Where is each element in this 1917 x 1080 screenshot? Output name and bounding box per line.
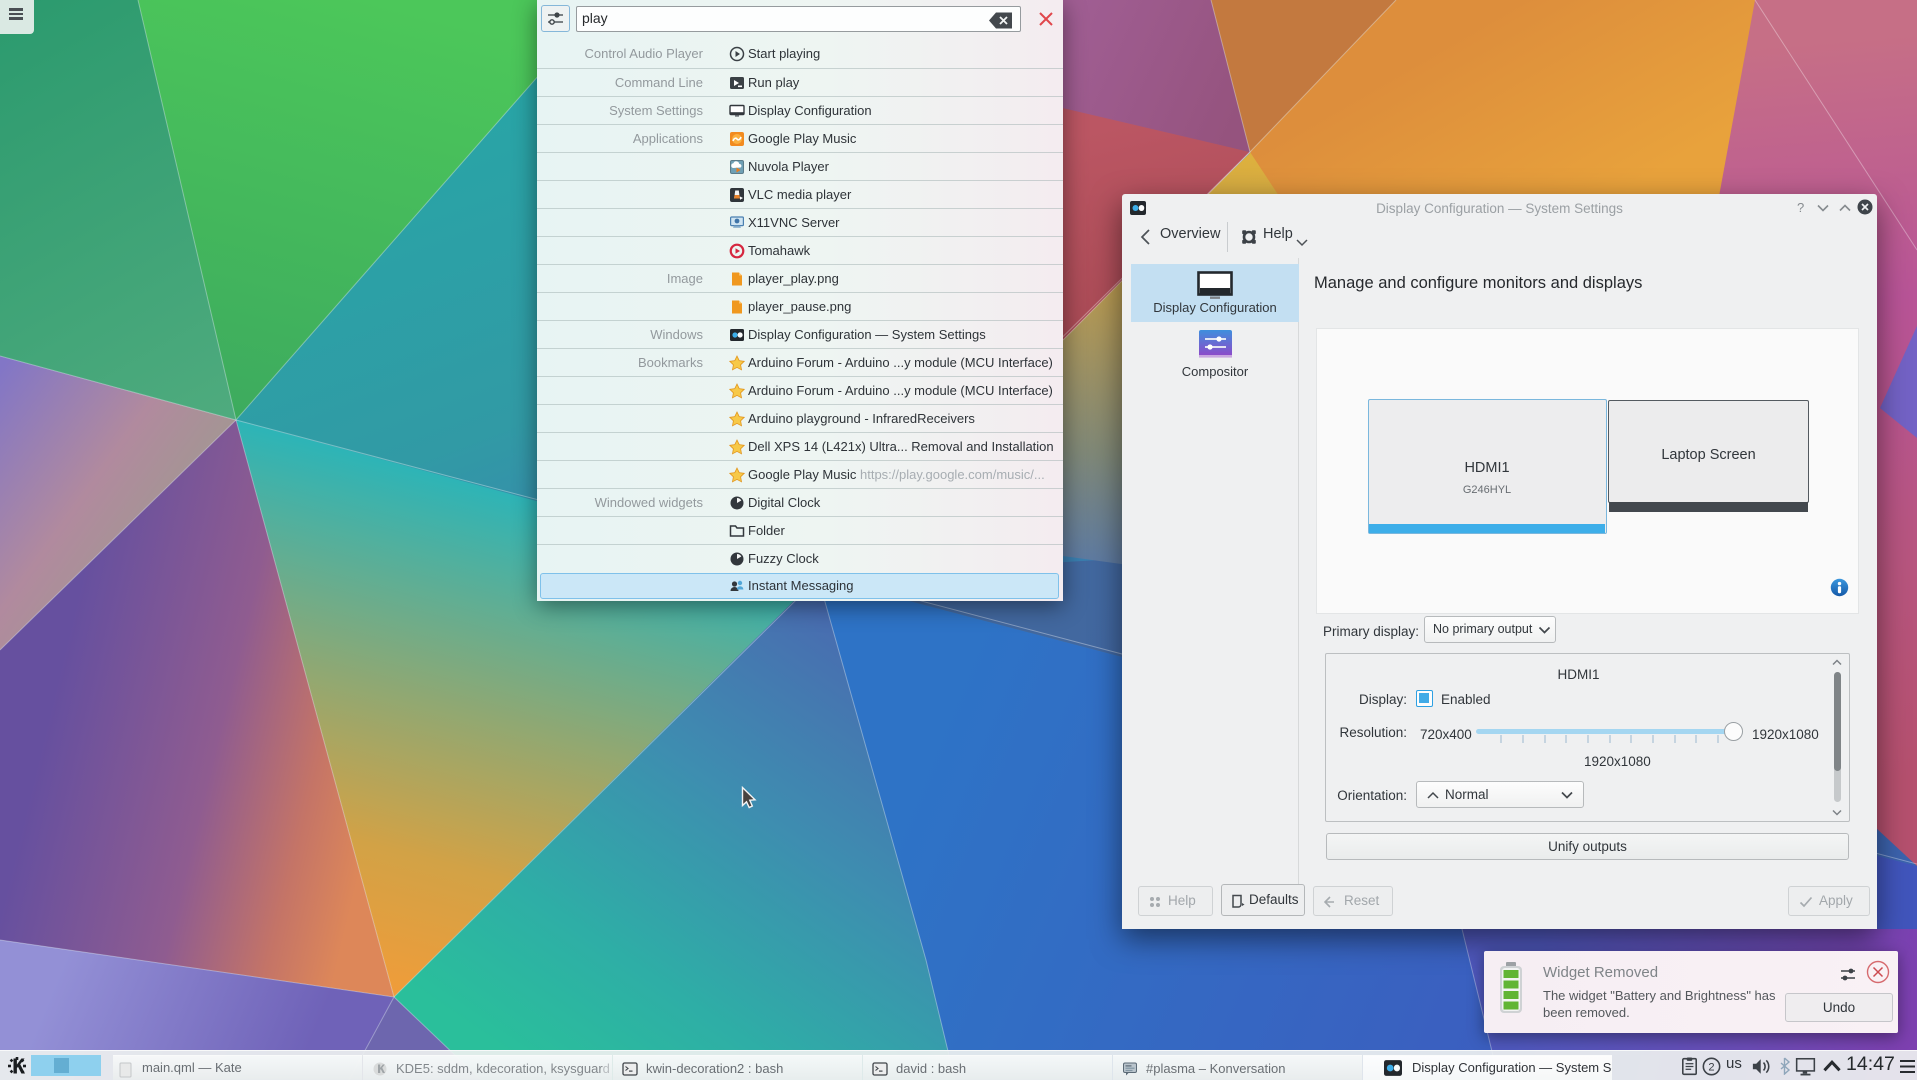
svg-text:2: 2 xyxy=(1708,1061,1714,1073)
